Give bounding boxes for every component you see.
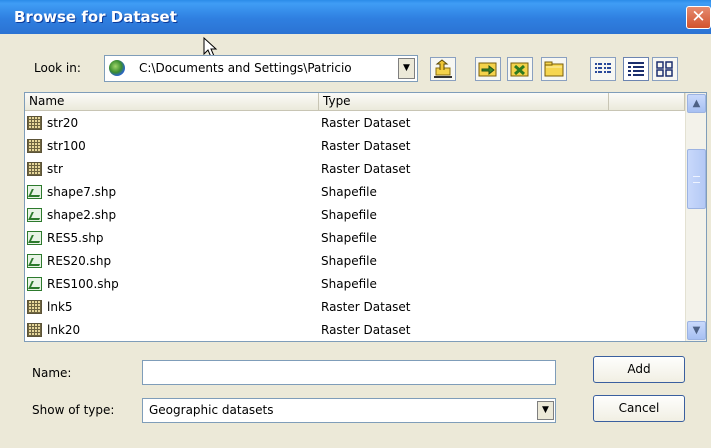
- list-item[interactable]: shape7.shp Shapefile: [25, 182, 685, 205]
- disconnect-folder-button[interactable]: [507, 57, 533, 81]
- item-name: shape2.shp: [47, 208, 117, 222]
- look-in-dropdown[interactable]: C:\Documents and Settings\Patricio ▼: [104, 55, 418, 82]
- scroll-thumb[interactable]: [687, 149, 706, 209]
- window-title: Browse for Dataset: [14, 8, 177, 26]
- disconnect-folder-icon: [510, 62, 529, 77]
- shapefile-icon: [27, 208, 42, 222]
- connect-folder-icon: [478, 62, 497, 77]
- new-folder-button[interactable]: [541, 57, 567, 81]
- title-bar[interactable]: Browse for Dataset ✕: [0, 0, 711, 34]
- item-type: Shapefile: [321, 208, 377, 222]
- thumbnails-view-icon: [656, 61, 673, 77]
- shapefile-icon: [27, 185, 42, 199]
- list-item[interactable]: lnk5 Raster Dataset: [25, 297, 685, 320]
- dataset-list[interactable]: Name Type str20 Raster Dataset str100 Raste…: [24, 92, 707, 342]
- item-name: RES5.shp: [47, 231, 104, 245]
- raster-dataset-icon: [27, 116, 42, 130]
- raster-dataset-icon: [27, 323, 42, 337]
- item-name: RES100.shp: [47, 277, 119, 291]
- item-type: Raster Dataset: [321, 323, 411, 337]
- item-type: Raster Dataset: [321, 162, 411, 176]
- column-header-name[interactable]: Name: [25, 93, 319, 110]
- connect-folder-button[interactable]: [475, 57, 501, 81]
- name-input[interactable]: [142, 360, 556, 385]
- show-of-type-arrow-icon[interactable]: ▼: [537, 401, 554, 420]
- column-header-extra[interactable]: [609, 93, 685, 110]
- list-item[interactable]: shape2.shp Shapefile: [25, 205, 685, 228]
- list-view-button[interactable]: [590, 57, 616, 81]
- item-name: lnk5: [47, 300, 73, 314]
- item-type: Raster Dataset: [321, 116, 411, 130]
- list-item[interactable]: str100 Raster Dataset: [25, 136, 685, 159]
- item-name: str100: [47, 139, 86, 153]
- item-name: shape7.shp: [47, 185, 117, 199]
- name-label: Name:: [32, 366, 72, 380]
- scroll-up-button[interactable]: ▲: [687, 94, 706, 113]
- up-one-level-button[interactable]: [430, 57, 456, 81]
- shapefile-icon: [27, 231, 42, 245]
- list-item[interactable]: RES20.shp Shapefile: [25, 251, 685, 274]
- item-type: Shapefile: [321, 231, 377, 245]
- raster-dataset-icon: [27, 300, 42, 314]
- thumbnails-view-button[interactable]: [652, 57, 678, 81]
- cancel-button[interactable]: Cancel: [593, 395, 685, 422]
- look-in-label: Look in:: [34, 61, 81, 75]
- details-view-button[interactable]: [623, 57, 649, 81]
- show-of-type-dropdown[interactable]: Geographic datasets ▼: [142, 398, 556, 423]
- shapefile-icon: [27, 277, 42, 291]
- list-item[interactable]: str20 Raster Dataset: [25, 113, 685, 136]
- scroll-down-button[interactable]: ▼: [687, 321, 706, 340]
- list-view-icon: [595, 63, 611, 73]
- shapefile-icon: [27, 254, 42, 268]
- browse-dataset-dialog: Browse for Dataset ✕ Look in: C:\Documen…: [0, 0, 711, 448]
- item-name: str: [47, 162, 63, 176]
- vertical-scrollbar[interactable]: ▲ ▼: [685, 93, 706, 341]
- folder-up-icon: [434, 59, 452, 78]
- item-type: Shapefile: [321, 185, 377, 199]
- item-name: lnk20: [47, 323, 81, 337]
- details-view-icon: [628, 62, 644, 76]
- look-in-value: C:\Documents and Settings\Patricio: [139, 61, 352, 75]
- list-item[interactable]: lnk20 Raster Dataset: [25, 320, 685, 341]
- look-in-dropdown-arrow-icon[interactable]: ▼: [398, 58, 415, 79]
- column-header-type[interactable]: Type: [319, 93, 609, 110]
- item-type: Shapefile: [321, 277, 377, 291]
- raster-dataset-icon: [27, 162, 42, 176]
- item-name: RES20.shp: [47, 254, 112, 268]
- add-button[interactable]: Add: [593, 356, 685, 383]
- item-name: str20: [47, 116, 79, 130]
- list-header: Name Type: [25, 93, 685, 111]
- list-item[interactable]: RES100.shp Shapefile: [25, 274, 685, 297]
- item-type: Raster Dataset: [321, 139, 411, 153]
- list-item[interactable]: RES5.shp Shapefile: [25, 228, 685, 251]
- item-type: Shapefile: [321, 254, 377, 268]
- show-of-type-label: Show of type:: [32, 403, 115, 417]
- list-item[interactable]: str Raster Dataset: [25, 159, 685, 182]
- close-button[interactable]: ✕: [686, 6, 711, 29]
- raster-dataset-icon: [27, 139, 42, 153]
- show-of-type-value: Geographic datasets: [149, 403, 274, 417]
- globe-icon: [109, 60, 125, 76]
- new-folder-icon: [544, 61, 564, 77]
- item-type: Raster Dataset: [321, 300, 411, 314]
